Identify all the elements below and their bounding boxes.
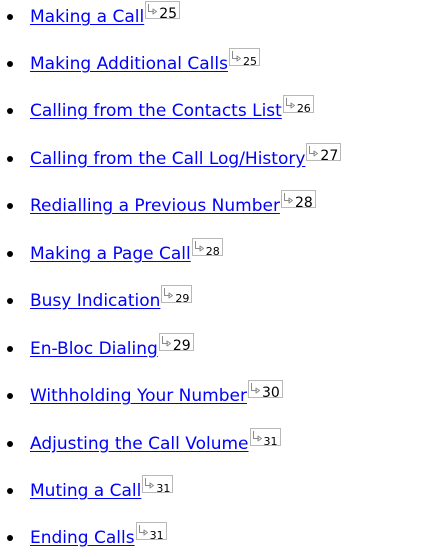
jump-arrow-icon [164,288,174,299]
topic-link[interactable]: Making Additional Calls 25 [30,48,260,75]
list-item: Calling from the Contacts List 26 [0,95,428,126]
page-number: 29 [172,338,191,354]
bullet-dot-icon [7,488,13,494]
jump-arrow-icon [250,383,260,394]
list-item: Making Additional Calls 25 [0,48,428,79]
list-item: Making a Call 25 [0,1,428,32]
topic-link-label: Calling from the Contacts List [30,101,282,121]
bullet-dot-icon [7,251,13,257]
page-reference-button[interactable]: 31 [135,522,167,542]
jump-arrow-icon [309,146,319,157]
topic-link[interactable]: Muting a Call 31 [30,475,174,502]
page-number: 27 [320,148,339,164]
list-item: Ending Calls 31 [0,522,428,553]
bullet-dot-icon [7,393,13,399]
list-item: Busy Indication 29 [0,285,428,316]
bullet-dot-icon [7,108,13,114]
page-reference-button[interactable]: 27 [306,143,342,164]
bullet-dot-icon [7,203,13,209]
topic-link[interactable]: En-Bloc Dialing 29 [30,333,194,360]
topic-link[interactable]: Making a Call 25 [30,1,181,28]
bullet-dot-icon [7,14,13,20]
page-reference-button[interactable]: 28 [191,238,223,258]
bullet-dot-icon [7,61,13,67]
bullet-dot-icon [7,298,13,304]
topic-link-label: Making a Call [30,7,145,27]
topic-link[interactable]: Redialling a Previous Number 28 [30,190,316,217]
page-reference-button[interactable]: 29 [161,285,193,305]
topic-link-label: Muting a Call [30,481,142,501]
topic-link-label: Redialling a Previous Number [30,196,280,216]
page-number: 25 [159,6,178,22]
jump-arrow-icon [283,193,293,204]
jump-arrow-icon [285,98,295,109]
jump-arrow-icon [138,525,148,536]
topic-link-label: Ending Calls [30,528,135,548]
topic-link-label: Withholding Your Number [30,386,247,406]
jump-arrow-icon [252,431,262,442]
bullet-dot-icon [7,346,13,352]
page-reference-button[interactable]: 30 [247,380,283,401]
page-reference-button[interactable]: 31 [249,428,281,448]
list-item: Withholding Your Number 30 [0,380,428,411]
topic-link[interactable]: Calling from the Call Log/History 27 [30,143,342,170]
page-number: 31 [156,482,171,495]
topic-link[interactable]: Busy Indication 29 [30,285,193,312]
jump-arrow-icon [231,51,241,62]
jump-arrow-icon [148,4,158,15]
page-reference-button[interactable]: 28 [280,190,316,211]
page-reference-button[interactable]: 29 [158,333,194,354]
jump-arrow-icon [161,336,171,347]
page-number: 29 [175,292,190,305]
topic-link-label: En-Bloc Dialing [30,339,158,359]
bullet-dot-icon [7,441,13,447]
topic-link-label: Calling from the Call Log/History [30,149,306,169]
page-number: 30 [261,385,280,401]
page-reference-button[interactable]: 31 [142,475,174,495]
topic-link[interactable]: Adjusting the Call Volume 31 [30,428,281,455]
page-number: 31 [263,435,278,448]
bullet-dot-icon [7,156,13,162]
page-number: 26 [296,102,311,115]
topic-link-label: Making Additional Calls [30,54,228,74]
list-item: Calling from the Call Log/History 27 [0,143,428,174]
jump-arrow-icon [145,478,155,489]
page-reference-button[interactable]: 25 [145,1,181,22]
page-number: 28 [205,245,220,258]
page-number: 28 [294,195,313,211]
list-item: Adjusting the Call Volume 31 [0,428,428,459]
list-item: Making a Page Call 28 [0,238,428,269]
topic-link[interactable]: Ending Calls 31 [30,522,167,549]
jump-arrow-icon [194,241,204,252]
bullet-dot-icon [7,535,13,541]
topic-link[interactable]: Making a Page Call 28 [30,238,223,265]
topic-link-label: Making a Page Call [30,244,191,264]
list-item: En-Bloc Dialing 29 [0,333,428,364]
page-number: 31 [149,529,164,542]
list-item: Redialling a Previous Number 28 [0,190,428,221]
page-reference-button[interactable]: 25 [228,48,260,68]
list-item: Muting a Call 31 [0,475,428,506]
page-reference-button[interactable]: 26 [282,95,314,115]
topic-link-label: Adjusting the Call Volume [30,434,249,454]
topic-link[interactable]: Withholding Your Number 30 [30,380,283,407]
topic-link[interactable]: Calling from the Contacts List 26 [30,95,314,122]
topic-link-label: Busy Indication [30,291,161,311]
page-number: 25 [242,55,257,68]
